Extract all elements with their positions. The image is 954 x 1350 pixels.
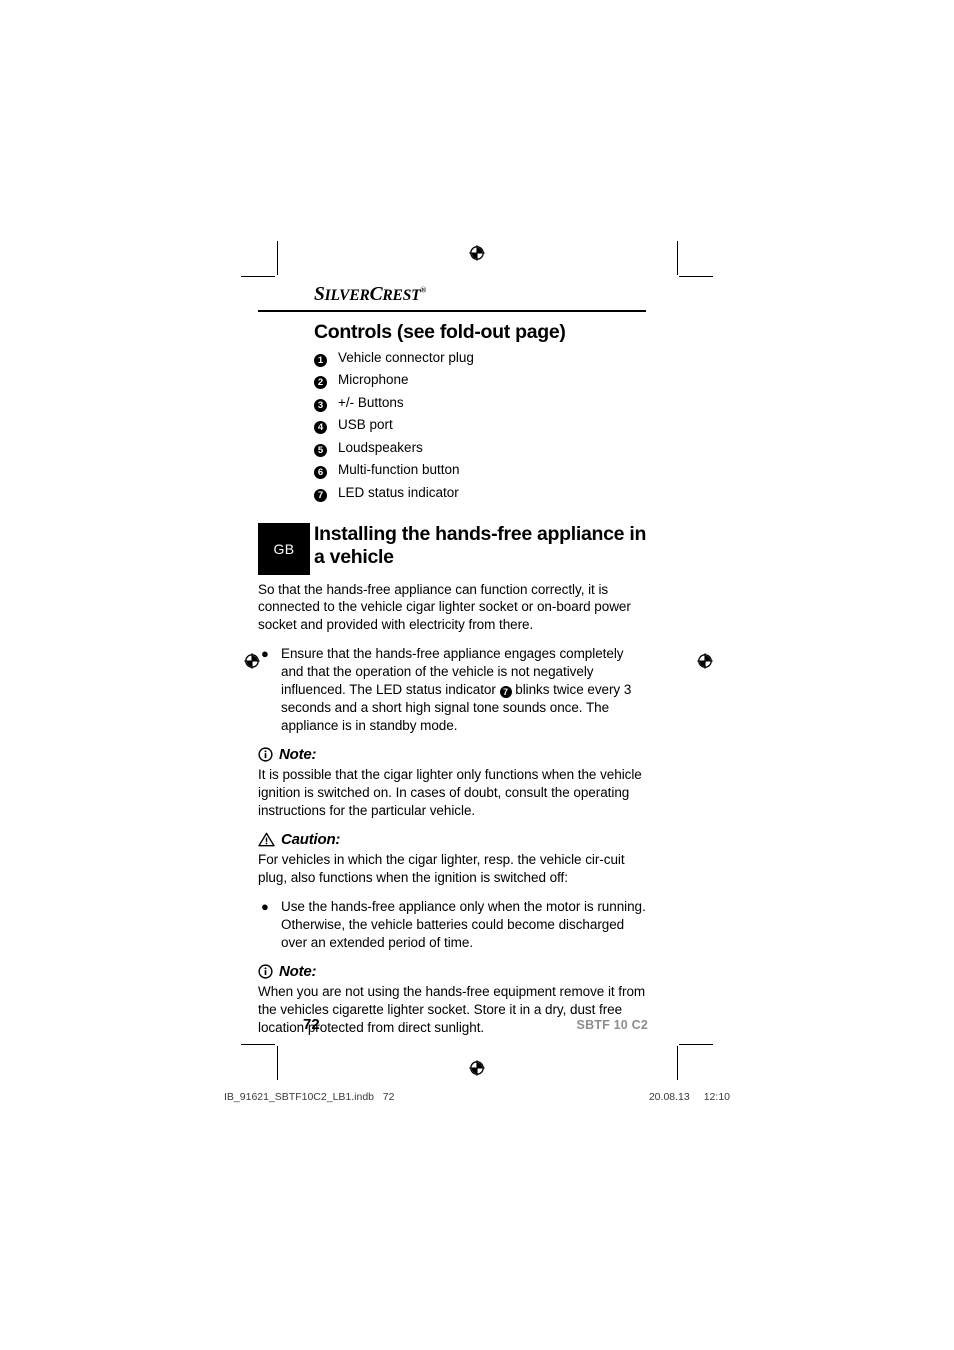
installing-section-header: GB Installing the hands-free appliance i… <box>258 522 648 575</box>
installing-bullet-list: ● Ensure that the hands-free appliance e… <box>258 645 648 735</box>
installing-section-title: Installing the hands-free appliance in a… <box>314 522 647 569</box>
info-circle-icon <box>258 964 273 979</box>
print-slug-left: IB_91621_SBTF10C2_LB1.indb 72 <box>224 1091 394 1103</box>
controls-list: 1 Vehicle connector plug 2 Microphone 3 … <box>314 349 648 502</box>
manual-page-content: SILVERCREST® Controls (see fold-out page… <box>258 285 648 1048</box>
model-number: SBTF 10 C2 <box>576 1018 648 1032</box>
print-slug-page: 72 <box>382 1091 395 1103</box>
caution-bullet-list: ● Use the hands-free appliance only when… <box>258 898 648 952</box>
registration-target-right <box>694 650 716 672</box>
callout-number-badge-7: 7 <box>314 488 327 502</box>
crop-mark-bottom-left-vertical <box>277 1046 278 1080</box>
control-label-3: +/- Buttons <box>338 394 404 410</box>
control-label-7: LED status indicator <box>338 484 459 500</box>
note-label-1: Note: <box>279 746 317 764</box>
list-item: ● Ensure that the hands-free appliance e… <box>258 645 648 735</box>
list-item: 4 USB port <box>314 417 648 434</box>
note-heading-1: Note: <box>258 746 648 763</box>
registration-target-top <box>466 242 488 264</box>
brand-logo-text-d: REST <box>382 287 421 304</box>
language-badge-gb: GB <box>258 522 310 575</box>
callout-number-badge-6: 6 <box>314 466 327 479</box>
installing-intro-paragraph: So that the hands-free appliance can fun… <box>258 581 631 633</box>
registration-target-bottom <box>466 1057 488 1079</box>
callout-number-badge-inline-7: 7 <box>499 686 512 699</box>
control-label-2: Microphone <box>338 372 409 387</box>
callout-number-badge-1: 1 <box>314 353 327 367</box>
list-item: ● Use the hands-free appliance only when… <box>258 898 648 952</box>
note-label-2: Note: <box>279 962 317 980</box>
list-item: 5 Loudspeakers <box>314 439 648 457</box>
bullet-dot-icon: ● <box>261 898 269 914</box>
crop-mark-top-left-vertical <box>277 241 278 275</box>
page-footer: 72 SBTF 10 C2 <box>303 1016 648 1033</box>
brand-logo-text-c: C <box>369 284 383 305</box>
print-slug-time: 12:10 <box>703 1091 730 1103</box>
caution-text: For vehicles in which the cigar lighter,… <box>258 851 625 885</box>
page-number: 72 <box>303 1016 320 1033</box>
bullet-dot-icon: ● <box>261 646 269 662</box>
crop-mark-top-left-horizontal <box>241 276 275 277</box>
installing-bullet-text: Ensure that the hands-free appliance eng… <box>281 645 648 735</box>
callout-number-badge-5: 5 <box>314 443 327 457</box>
list-item: 7 LED status indicator <box>314 484 648 502</box>
print-slug-line: IB_91621_SBTF10C2_LB1.indb 72 20.08.13 12… <box>224 1091 730 1103</box>
caution-bullet-text: Use the hands-free appliance only when t… <box>281 898 646 950</box>
control-label-4: USB port <box>338 417 393 432</box>
callout-number-badge-3: 3 <box>314 398 327 412</box>
list-item: 1 Vehicle connector plug <box>314 349 648 367</box>
info-circle-icon <box>258 747 273 762</box>
caution-label: Caution: <box>281 830 341 848</box>
callout-number-badge-2: 2 <box>314 376 327 389</box>
controls-section-title: Controls (see fold-out page) <box>314 320 566 343</box>
note-heading-2: Note: <box>258 963 648 980</box>
brand-logo-text-b: ILVER <box>324 287 370 304</box>
brand-logo: SILVERCREST® <box>314 285 648 305</box>
note-text-1: It is possible that the cigar lighter on… <box>258 767 642 819</box>
print-slug-filename: IB_91621_SBTF10C2_LB1.indb <box>224 1091 375 1103</box>
control-label-6: Multi-function button <box>338 462 460 477</box>
caution-heading: Caution: <box>258 831 648 848</box>
brand-logo-text-a: S <box>314 284 325 305</box>
print-slug-date: 20.08.13 <box>648 1091 690 1103</box>
header-divider <box>258 309 646 312</box>
callout-number-badge-4: 4 <box>314 421 327 434</box>
warning-triangle-icon <box>258 832 275 847</box>
crop-mark-top-right-horizontal <box>679 276 713 277</box>
list-item: 3 +/- Buttons <box>314 394 648 412</box>
crop-mark-top-right-vertical <box>677 241 678 275</box>
list-item: 6 Multi-function button <box>314 462 648 479</box>
control-label-1: Vehicle connector plug <box>338 349 474 365</box>
crop-mark-bottom-right-horizontal <box>679 1044 713 1045</box>
list-item: 2 Microphone <box>314 372 648 389</box>
control-label-5: Loudspeakers <box>338 439 423 455</box>
print-slug-right: 20.08.13 12:10 <box>635 1091 730 1103</box>
registered-trademark-icon: ® <box>420 285 427 295</box>
crop-mark-bottom-right-vertical <box>677 1046 678 1080</box>
